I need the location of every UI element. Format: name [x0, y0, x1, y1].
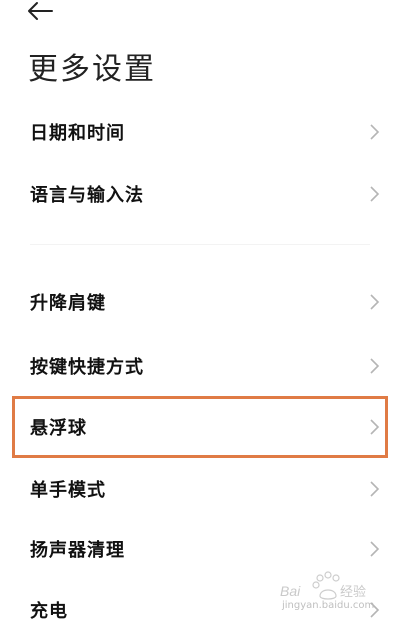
svg-text:经验: 经验	[340, 584, 366, 600]
svg-text:Bai: Bai	[280, 583, 301, 599]
chevron-right-icon	[370, 294, 380, 310]
setting-label: 升降肩键	[30, 293, 106, 314]
highlight-box	[12, 396, 388, 458]
setting-row-button-shortcuts[interactable]: 按键快捷方式	[0, 336, 400, 396]
baidu-watermark: Bai 经验 jingyan.baidu.com	[276, 570, 386, 620]
chevron-right-icon	[370, 358, 380, 374]
section-divider	[30, 244, 370, 245]
chevron-right-icon	[370, 481, 380, 497]
setting-label: 充电	[30, 601, 68, 622]
chevron-right-icon	[370, 541, 380, 557]
chevron-right-icon	[370, 186, 380, 202]
setting-label: 日期和时间	[30, 123, 125, 144]
setting-label: 按键快捷方式	[30, 357, 144, 378]
baidu-logo-icon: Bai 经验	[280, 571, 366, 600]
settings-list: 日期和时间 语言与输入法 升降肩键 按键快捷方式 悬浮球 单手模式 扬声器清理 …	[0, 0, 400, 624]
watermark-url: jingyan.baidu.com	[282, 600, 375, 611]
setting-row-shoulder-keys[interactable]: 升降肩键	[0, 272, 400, 332]
setting-label: 扬声器清理	[30, 540, 125, 561]
setting-label: 单手模式	[30, 480, 106, 501]
chevron-right-icon	[370, 124, 380, 140]
setting-row-one-handed-mode[interactable]: 单手模式	[0, 459, 400, 519]
setting-row-date-time[interactable]: 日期和时间	[0, 102, 400, 162]
setting-label: 语言与输入法	[30, 185, 144, 206]
setting-row-language-input[interactable]: 语言与输入法	[0, 164, 400, 224]
